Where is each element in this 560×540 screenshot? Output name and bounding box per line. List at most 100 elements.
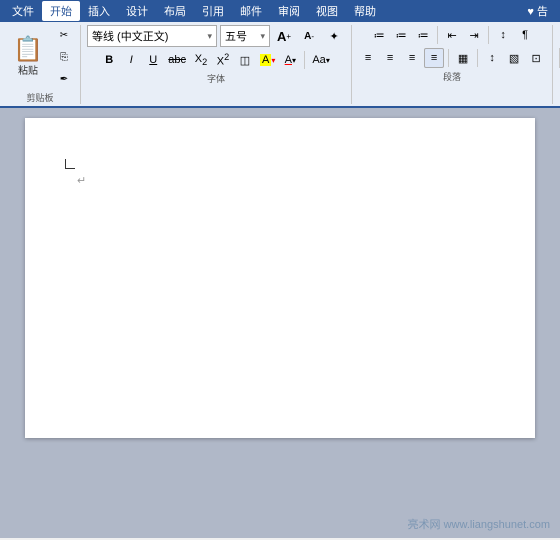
content-area: ↵ [0,108,560,538]
border-button[interactable]: ⊡ [526,48,546,68]
font-grow-button[interactable]: A+ [273,25,295,47]
styles-group: AaBbCc ↵ 正文 [553,25,560,104]
menu-mailings[interactable]: 邮件 [232,1,270,21]
clear-format-button[interactable]: ✦ [323,25,345,47]
bullets-button[interactable]: ≔ [369,25,389,45]
sort-button[interactable]: ↕ [493,25,513,45]
format-painter-button[interactable]: ✒ [54,69,74,89]
paste-label: 粘贴 [18,62,38,77]
font-group: 等线 (中文正文) 五号 A+ A- ✦ B I U abc X2 X2 ◫ A… [81,25,352,104]
numbered-button[interactable]: ≔ [391,25,411,45]
columns-icon: ▦ [458,52,468,65]
strikethrough-button[interactable]: abc [165,50,189,70]
font-size-selector[interactable]: 五号 [220,25,270,47]
clipboard-group: 📋 粘贴 ✂ ⎘ ✒ 剪贴板 [0,25,81,104]
border-icon: ⊡ [531,52,540,65]
align-left-button[interactable]: ≡ [358,48,378,68]
italic-icon: I [130,54,133,66]
copy-button[interactable]: ⎘ [54,47,74,67]
font-grow-icon: A [277,29,286,44]
multilevel-icon: ≔ [418,29,429,42]
justify-icon: ≡ [431,52,437,64]
font-color-icon: A [285,54,292,66]
cut-button[interactable]: ✂ [54,25,74,45]
strikethrough-icon: abc [168,54,186,66]
menu-file[interactable]: 文件 [4,1,42,21]
sep2 [437,26,438,44]
underline-button[interactable]: U [143,50,163,70]
font-size-value: 五号 [225,28,247,44]
superscript-icon: X2 [217,52,229,68]
menu-insert[interactable]: 插入 [80,1,118,21]
menu-design[interactable]: 设计 [118,1,156,21]
show-marks-icon: ¶ [522,29,528,41]
multilevel-button[interactable]: ≔ [413,25,433,45]
clipboard-label: 剪贴板 [26,91,53,104]
menu-review[interactable]: 审阅 [270,1,308,21]
clipboard-mini-buttons: ✂ ⎘ ✒ [54,25,74,89]
decrease-indent-button[interactable]: ⇤ [442,25,462,45]
highlight-icon: A [260,54,271,66]
menu-home[interactable]: 开始 [42,1,80,21]
format-painter-icon: ✒ [60,74,68,85]
casing-button[interactable]: Aa▾ [309,50,332,70]
line-spacing-button[interactable]: ↕ [482,48,502,68]
increase-indent-icon: ⇥ [469,29,478,42]
underline-icon: U [149,54,157,66]
show-marks-button[interactable]: ¶ [515,25,535,45]
menu-references[interactable]: 引用 [194,1,232,21]
shading-button[interactable]: ▧ [504,48,524,68]
font-name-value: 等线 (中文正文) [92,28,168,44]
paragraph-group-label: 段落 [443,70,461,83]
text-effects-button[interactable]: ◫ [235,50,255,70]
line-spacing-icon: ↕ [489,52,495,64]
copy-icon: ⎘ [60,52,68,63]
menu-help[interactable]: 帮助 [346,1,384,21]
shading-icon: ▧ [509,52,519,65]
decrease-indent-icon: ⇤ [447,29,456,42]
align-right-button[interactable]: ≡ [402,48,422,68]
cursor-area: ↵ [65,158,495,187]
paste-button[interactable]: 📋 粘贴 [6,25,50,89]
sep3 [488,26,489,44]
return-symbol: ↵ [77,174,495,187]
menu-layout[interactable]: 布局 [156,1,194,21]
font-name-selector[interactable]: 等线 (中文正文) [87,25,217,47]
watermark: 亮术网 www.liangshunet.com [408,516,550,532]
document-page[interactable]: ↵ [25,118,535,438]
font-group-label: 字体 [207,72,225,85]
font-color-button[interactable]: A▾ [280,50,300,70]
casing-icon: Aa [312,54,325,66]
bold-icon: B [105,54,113,66]
font-shrink-button[interactable]: A- [298,25,320,47]
sep4 [448,49,449,67]
align-center-icon: ≡ [387,52,393,64]
superscript-button[interactable]: X2 [213,50,233,70]
align-left-icon: ≡ [365,52,371,64]
subscript-button[interactable]: X2 [191,50,211,70]
subscript-icon: X2 [195,53,207,67]
font-shrink-icon: A [304,31,311,42]
paste-icon: 📋 [13,38,43,62]
ribbon: 📋 粘贴 ✂ ⎘ ✒ 剪贴板 等线 (中文正文) 五号 [0,22,560,108]
bullets-icon: ≔ [374,29,385,42]
align-center-button[interactable]: ≡ [380,48,400,68]
sort-icon: ↕ [500,29,506,41]
sep5 [477,49,478,67]
align-right-icon: ≡ [409,52,415,64]
italic-button[interactable]: I [121,50,141,70]
separator [304,51,305,69]
menu-view[interactable]: 视图 [308,1,346,21]
increase-indent-button[interactable]: ⇥ [464,25,484,45]
menu-bar: 文件 开始 插入 设计 布局 引用 邮件 审阅 视图 帮助 ♥ 告 [0,0,560,22]
columns-button[interactable]: ▦ [453,48,473,68]
bold-button[interactable]: B [99,50,119,70]
text-effects-icon: ◫ [240,54,250,67]
highlight-button[interactable]: A▾ [257,50,278,70]
clear-format-icon: ✦ [329,30,338,43]
paragraph-group: ≔ ≔ ≔ ⇤ ⇥ ↕ ¶ ≡ ≡ ≡ ≡ ▦ ↕ ▧ ⊡ [352,25,553,104]
menu-extra[interactable]: ♥ 告 [519,1,556,21]
justify-button[interactable]: ≡ [424,48,444,68]
cut-icon: ✂ [60,30,68,41]
numbered-icon: ≔ [396,29,407,42]
